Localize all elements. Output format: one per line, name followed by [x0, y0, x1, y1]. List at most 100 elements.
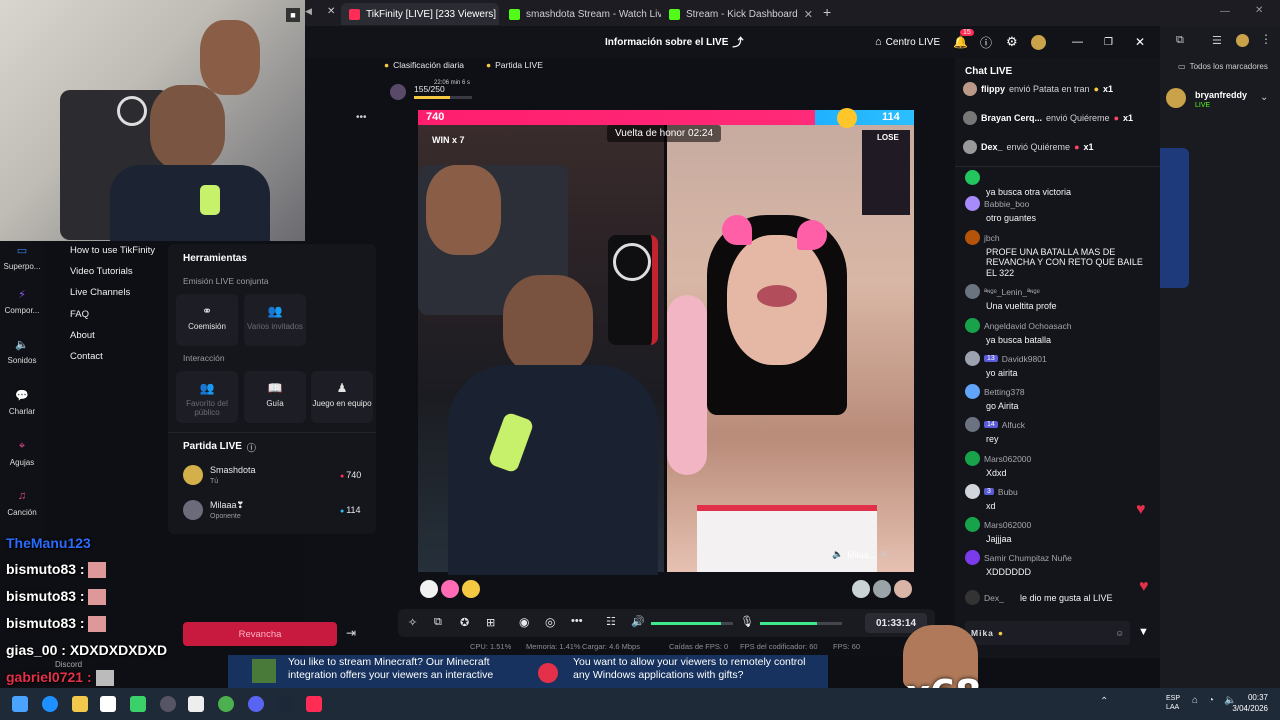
- centro-live-button[interactable]: ⌂ Centro LIVE: [875, 26, 940, 58]
- user-avatar[interactable]: [965, 517, 980, 532]
- sidebar-item-song[interactable]: ♫ Canción: [0, 487, 44, 517]
- chevron-down-icon[interactable]: ⌄: [1260, 92, 1268, 103]
- tab-kick-dashboard[interactable]: Stream - Kick Dashboard ✕: [661, 3, 813, 25]
- chat-username[interactable]: Dex_: [984, 593, 1004, 603]
- chrome-icon[interactable]: [218, 696, 234, 712]
- user-avatar[interactable]: [965, 384, 980, 399]
- edge-icon[interactable]: [42, 696, 58, 712]
- wifi-icon[interactable]: ◔: [1208, 695, 1214, 706]
- app-icon[interactable]: [100, 696, 116, 712]
- chat-username[interactable]: Bubu: [998, 487, 1018, 497]
- chat-input[interactable]: Mika ● ☺: [965, 621, 1130, 645]
- user-avatar[interactable]: [965, 550, 980, 565]
- multi-guest-button[interactable]: 👥 Varios invitados: [244, 294, 306, 346]
- settings-gear-icon[interactable]: ⚙: [1006, 26, 1018, 58]
- browser-menu-icon[interactable]: ⋮: [1260, 32, 1272, 46]
- user-avatar[interactable]: [965, 351, 980, 366]
- chat-username[interactable]: Alfuck: [1002, 420, 1025, 430]
- more-icon[interactable]: •••: [571, 615, 583, 627]
- sidebar-item-needles[interactable]: ⌖ Agujas: [0, 437, 44, 468]
- tray-chevron-icon[interactable]: ⌃: [1100, 696, 1108, 707]
- user-avatar[interactable]: [965, 284, 980, 299]
- help-item-about[interactable]: About: [70, 330, 95, 341]
- bookmarks-folder[interactable]: ▭ Todos los marcadores: [1178, 62, 1268, 71]
- windows-start-icon[interactable]: [12, 696, 28, 712]
- chat-username[interactable]: Davidk9801: [1002, 354, 1047, 364]
- streamer-name[interactable]: bryanfreddy: [1195, 90, 1247, 100]
- user-avatar[interactable]: [965, 230, 980, 245]
- volume-slider[interactable]: [651, 622, 733, 625]
- discord-icon[interactable]: [248, 696, 264, 712]
- mixer-icon[interactable]: ☷: [606, 615, 616, 628]
- sidebar-item-sounds[interactable]: 🔈 Sonidos: [0, 335, 44, 366]
- tab-smashdota[interactable]: smashdota Stream - Watch Live ✕: [501, 3, 661, 25]
- effects-icon[interactable]: ✪: [460, 616, 469, 629]
- add-source-icon[interactable]: ⊞: [486, 616, 495, 629]
- chat-username[interactable]: ªᶰᵍᵉ_Lenin_ªᶰᵍᵉ: [984, 287, 1040, 297]
- magic-wand-icon[interactable]: ✧: [408, 616, 417, 629]
- team-game-button[interactable]: ♟ Juego en equipo: [311, 371, 373, 423]
- help-item-tutorials[interactable]: Video Tutorials: [70, 266, 133, 277]
- audience-favorite-button[interactable]: 👥 Favorito del público: [176, 371, 238, 423]
- filter-icon[interactable]: ▼: [1138, 626, 1149, 638]
- app-icon[interactable]: [130, 696, 146, 712]
- opponent-tag[interactable]: 🔈 Milaa... ⊕: [832, 549, 888, 560]
- minimize-window-icon[interactable]: —: [1220, 6, 1230, 17]
- network-icon[interactable]: ⌂: [1192, 695, 1198, 706]
- match-live-pill[interactable]: ● Partida LIVE: [486, 58, 543, 72]
- mic-slider[interactable]: [760, 622, 842, 625]
- help-item-faq[interactable]: FAQ: [70, 309, 89, 320]
- chat-username[interactable]: Betting378: [984, 387, 1025, 397]
- chat-username[interactable]: Mars062000: [984, 454, 1031, 464]
- sidebar-item-overlays[interactable]: ▭ Superpo...: [0, 241, 44, 272]
- chat-username[interactable]: Babbie_boo: [984, 199, 1029, 209]
- tab-tikfinity[interactable]: TikFinity [LIVE] [233 Viewers] ✕: [341, 3, 499, 25]
- sidebar-item-actions[interactable]: ⚡ Compor...: [0, 285, 44, 316]
- tab-close-icon[interactable]: ✕: [327, 6, 335, 17]
- chat-username[interactable]: Angeldavid Ochoasach: [984, 321, 1071, 331]
- daily-ranking-pill[interactable]: ● Clasificación diaria: [384, 58, 464, 72]
- sidebar-item-chat[interactable]: 💬 Charlar: [0, 386, 44, 417]
- help-item-contact[interactable]: Contact: [70, 351, 103, 362]
- steam-icon[interactable]: [278, 696, 294, 712]
- exit-icon[interactable]: ⇥: [346, 626, 356, 640]
- app-icon[interactable]: [188, 696, 204, 712]
- file-explorer-icon[interactable]: [72, 696, 88, 712]
- volume-icon[interactable]: 🔊: [631, 615, 645, 628]
- browser-profile-avatar[interactable]: [1236, 34, 1249, 47]
- chat-username[interactable]: Mars062000: [984, 520, 1031, 530]
- system-clock[interactable]: 00:37 3/04/2026: [1232, 692, 1268, 714]
- user-avatar[interactable]: [965, 196, 980, 211]
- minimize-icon[interactable]: —: [1072, 26, 1083, 58]
- help-icon[interactable]: ⓘ: [980, 26, 992, 58]
- chat-username[interactable]: Samir Chumpitaz Nuñe: [984, 553, 1072, 563]
- close-window-icon[interactable]: ✕: [1255, 5, 1263, 16]
- emoji-picker-icon[interactable]: ☺: [1115, 628, 1124, 638]
- user-avatar[interactable]: [965, 484, 980, 499]
- user-avatar[interactable]: [965, 590, 980, 605]
- notifications-button[interactable]: 🔔 15: [953, 26, 974, 58]
- profile-avatar[interactable]: [1031, 26, 1046, 58]
- user-avatar[interactable]: [965, 170, 980, 185]
- language-indicator[interactable]: ESP LAA: [1166, 694, 1186, 712]
- mute-icon[interactable]: 🔈: [832, 549, 843, 560]
- mic-icon[interactable]: 🎙: [740, 615, 754, 628]
- new-tab-button[interactable]: +: [823, 4, 831, 20]
- obs-icon[interactable]: [160, 696, 176, 712]
- capture-icon[interactable]: ◎: [545, 615, 555, 629]
- restore-icon[interactable]: ❐: [1104, 26, 1113, 58]
- user-avatar[interactable]: [965, 451, 980, 466]
- more-options-icon[interactable]: •••: [356, 112, 367, 123]
- extensions-icon[interactable]: ⧉: [1176, 34, 1184, 47]
- tikfinity-icon[interactable]: [306, 696, 322, 712]
- live-info-button[interactable]: Información sobre el LIVE ⤴: [605, 26, 743, 58]
- record-icon[interactable]: ◉: [519, 615, 529, 629]
- user-avatar[interactable]: [965, 417, 980, 432]
- reading-list-icon[interactable]: ☰: [1212, 34, 1222, 47]
- close-webcam-icon[interactable]: ■: [286, 8, 300, 22]
- chat-username[interactable]: jbch: [984, 233, 1000, 243]
- close-tab-icon[interactable]: ✕: [804, 8, 813, 21]
- help-item-live-channels[interactable]: Live Channels: [70, 287, 130, 298]
- screen-share-icon[interactable]: ⧉: [434, 616, 442, 629]
- user-avatar[interactable]: [965, 318, 980, 333]
